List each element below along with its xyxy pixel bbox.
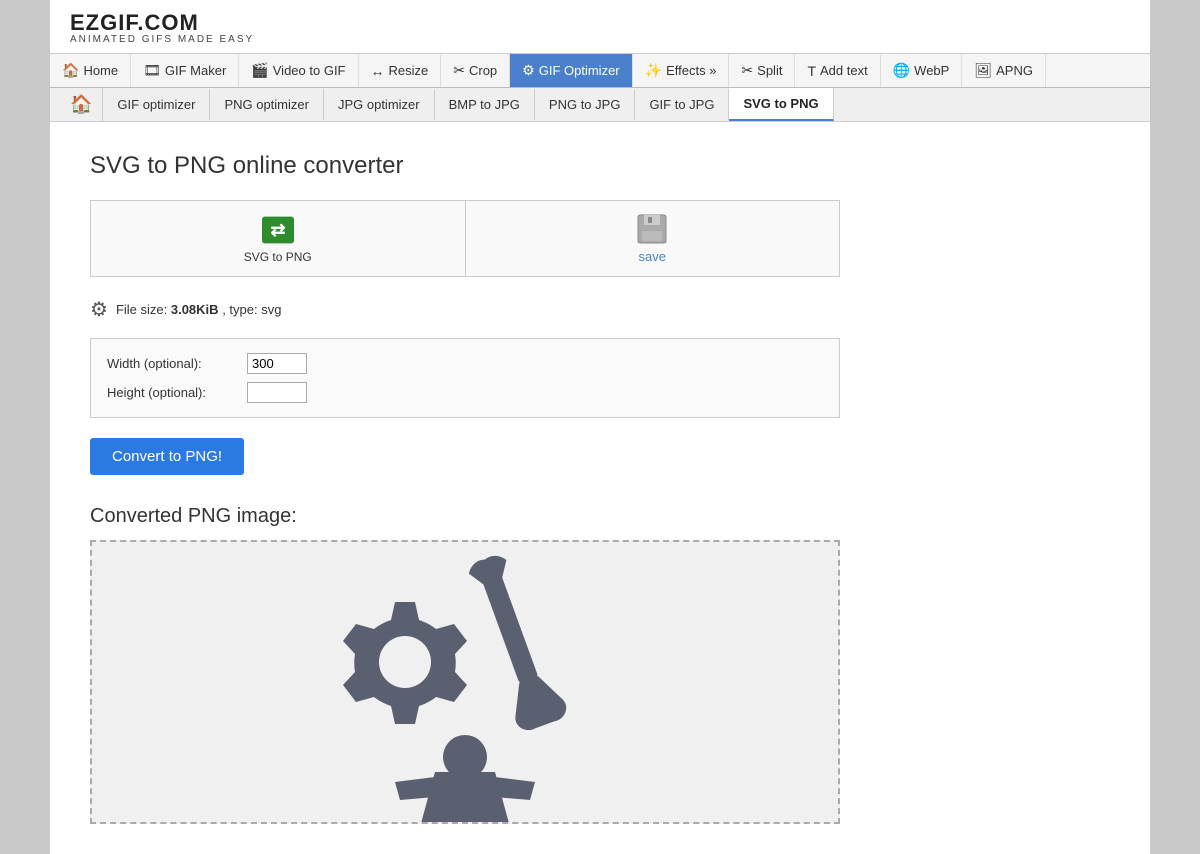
save-btn-label: save xyxy=(639,249,666,264)
resize-icon: ↔ xyxy=(371,63,385,79)
width-label: Width (optional): xyxy=(107,356,247,371)
nav-split[interactable]: ✂ Split xyxy=(729,54,795,87)
nav-video-to-gif-label: Video to GIF xyxy=(273,63,346,78)
nav-add-text[interactable]: T Add text xyxy=(795,55,880,87)
height-option-row: Height (optional): xyxy=(107,382,823,403)
convert-button[interactable]: Convert to PNG! xyxy=(90,438,244,475)
subnav-png-to-jpg[interactable]: PNG to JPG xyxy=(535,89,636,120)
home-icon: 🏠 xyxy=(62,62,79,79)
site-logo[interactable]: EZGIF.COM ANIMATED GIFS MADE EASY xyxy=(70,10,254,45)
subnav-svg-to-png[interactable]: SVG to PNG xyxy=(729,88,833,121)
webp-icon: 🌐 xyxy=(893,62,910,79)
height-label: Height (optional): xyxy=(107,385,247,400)
gif-optimizer-icon: ⚙ xyxy=(522,62,535,79)
video-icon: 🎬 xyxy=(251,62,268,79)
file-upload-icon: ⚙ xyxy=(90,297,108,322)
effects-icon: ✨ xyxy=(645,62,662,79)
converted-image xyxy=(305,542,625,822)
nav-split-label: Split xyxy=(757,63,782,78)
sub-nav: 🏠 GIF optimizer PNG optimizer JPG optimi… xyxy=(50,88,1150,122)
subnav-bmp-to-jpg[interactable]: BMP to JPG xyxy=(435,89,535,120)
subnav-jpg-optimizer[interactable]: JPG optimizer xyxy=(324,89,435,120)
image-preview xyxy=(90,540,840,824)
file-details: File size: 3.08KiB , type: svg xyxy=(116,302,282,317)
subnav-gif-optimizer[interactable]: GIF optimizer xyxy=(103,89,210,120)
nav-crop[interactable]: ✂ Crop xyxy=(441,54,510,87)
nav-home-label: Home xyxy=(83,63,118,78)
split-icon: ✂ xyxy=(741,62,753,79)
svg-to-png-btn-label: SVG to PNG xyxy=(244,250,312,264)
text-icon: T xyxy=(807,63,816,79)
nav-effects[interactable]: ✨ Effects » xyxy=(633,54,730,87)
nav-effects-label: Effects » xyxy=(666,63,716,78)
subnav-home-icon[interactable]: 🏠 xyxy=(60,88,103,121)
file-info: ⚙ File size: 3.08KiB , type: svg xyxy=(90,297,1110,322)
page-title: SVG to PNG online converter xyxy=(90,152,1110,180)
nav-gif-optimizer-label: GIF Optimizer xyxy=(539,63,620,78)
gif-maker-icon: 🎞 xyxy=(143,62,161,79)
subnav-png-optimizer[interactable]: PNG optimizer xyxy=(210,89,324,120)
nav-resize-label: Resize xyxy=(389,63,429,78)
file-size-label: File size: xyxy=(116,302,167,317)
svg-text:⇄: ⇄ xyxy=(270,220,285,240)
width-option-row: Width (optional): xyxy=(107,353,823,374)
nav-crop-label: Crop xyxy=(469,63,497,78)
options-box: Width (optional): Height (optional): xyxy=(90,338,840,418)
nav-apng[interactable]: 🖼 APNG xyxy=(962,54,1046,87)
nav-gif-optimizer[interactable]: ⚙ GIF Optimizer xyxy=(510,54,632,87)
file-size-value: 3.08KiB xyxy=(171,302,219,317)
height-input[interactable] xyxy=(247,382,307,403)
nav-add-text-label: Add text xyxy=(820,63,868,78)
nav-resize[interactable]: ↔ Resize xyxy=(359,55,442,87)
save-icon xyxy=(636,213,668,245)
nav-gif-maker-label: GIF Maker xyxy=(165,63,226,78)
file-type-label: , type: svg xyxy=(222,302,281,317)
subnav-gif-to-jpg[interactable]: GIF to JPG xyxy=(635,89,729,120)
main-nav: 🏠 Home 🎞 GIF Maker 🎬 Video to GIF ↔ Resi… xyxy=(50,54,1150,88)
width-input[interactable] xyxy=(247,353,307,374)
nav-gif-maker[interactable]: 🎞 GIF Maker xyxy=(131,54,239,87)
save-action-button[interactable]: save xyxy=(466,201,840,276)
svg-to-png-icon: ⇄ xyxy=(262,215,294,245)
output-label: Converted PNG image: xyxy=(90,505,1110,528)
svg-to-png-action-button[interactable]: ⇄ SVG to PNG xyxy=(91,201,466,276)
nav-apng-label: APNG xyxy=(996,63,1033,78)
nav-webp-label: WebP xyxy=(914,63,949,78)
nav-home[interactable]: 🏠 Home xyxy=(50,54,131,87)
apng-icon: 🖼 xyxy=(974,62,992,79)
crop-icon: ✂ xyxy=(453,62,465,79)
nav-webp[interactable]: 🌐 WebP xyxy=(881,54,963,87)
logo-title: EZGIF.COM xyxy=(70,10,254,36)
logo-subtitle: ANIMATED GIFS MADE EASY xyxy=(70,34,254,45)
action-bar: ⇄ SVG to PNG save xyxy=(90,200,840,277)
nav-video-to-gif[interactable]: 🎬 Video to GIF xyxy=(239,54,358,87)
